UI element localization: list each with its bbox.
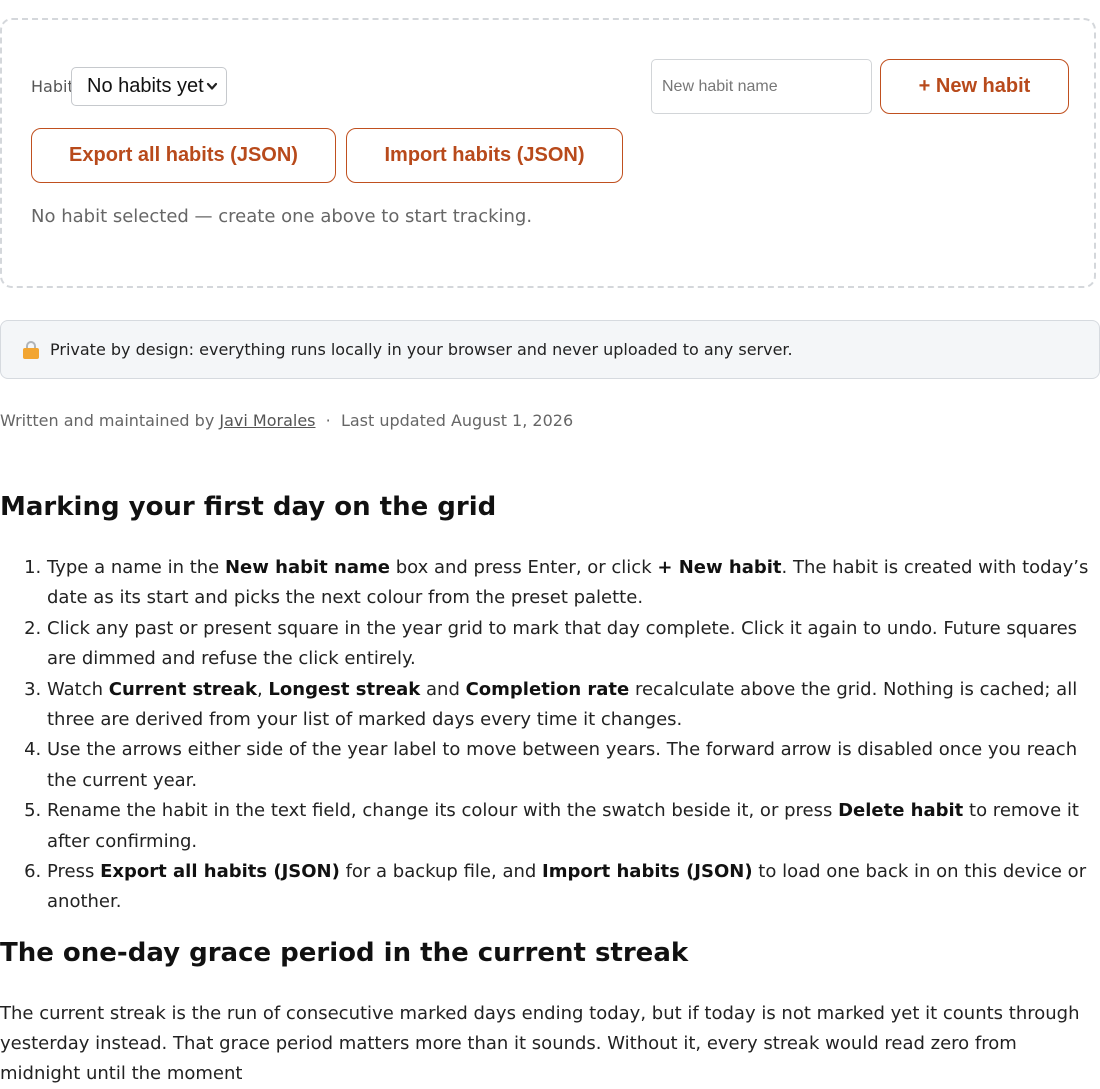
step-emphasis: New habit name [224, 557, 390, 578]
step-item: Press Export all habits (JSON) for a bac… [47, 857, 1100, 918]
new-habit-name-input[interactable] [651, 59, 872, 114]
step-emphasis: Longest streak [268, 678, 421, 700]
author-link[interactable]: Javi Morales [219, 411, 315, 430]
chevron-down-icon [206, 68, 218, 119]
step-emphasis: Current streak [108, 678, 257, 700]
step-emphasis: + New habit [657, 557, 782, 578]
export-habits-button[interactable]: Export all habits (JSON) [31, 128, 336, 183]
section-heading-grace-period: The one-day grace period in the current … [0, 938, 689, 968]
step-text: Type a name in the [47, 557, 225, 578]
lock-icon [23, 340, 39, 359]
step-text: and [420, 678, 466, 700]
step-emphasis: Delete habit [838, 800, 964, 822]
section-heading-first-day: Marking your first day on the grid [0, 492, 497, 522]
steps-list: Type a name in the New habit name box an… [0, 553, 1100, 918]
byline-prefix: Written and maintained by [0, 411, 215, 430]
grace-period-paragraph: The current streak is the run of consecu… [0, 1003, 1080, 1084]
step-text: for a backup file, and [339, 861, 543, 883]
step-text: Watch [47, 678, 109, 700]
habit-select-label: Habit [31, 77, 74, 96]
step-emphasis: Export all habits (JSON) [100, 861, 340, 883]
step-emphasis: Completion rate [465, 678, 630, 700]
step-text: Rename the habit in the text field, chan… [47, 800, 839, 822]
step-item: Type a name in the New habit name box an… [47, 553, 1100, 614]
habit-select-value: No habits yet [87, 75, 204, 97]
step-item: Click any past or present square in the … [47, 614, 1100, 675]
step-text: Click any past or present square in the … [47, 617, 1078, 670]
new-habit-button[interactable]: + New habit [880, 59, 1069, 114]
habit-select[interactable]: No habits yet [71, 67, 227, 106]
last-updated: Last updated August 1, 2026 [340, 411, 574, 430]
import-habits-button[interactable]: Import habits (JSON) [346, 128, 623, 183]
step-text: Press [47, 861, 101, 883]
privacy-text: Private by design: everything runs local… [50, 340, 793, 359]
step-item: Use the arrows either side of the year l… [47, 735, 1100, 796]
byline-separator: · [325, 411, 331, 430]
step-emphasis: Import habits (JSON) [542, 861, 753, 883]
step-text: , [256, 678, 269, 700]
step-item: Rename the habit in the text field, chan… [47, 796, 1100, 857]
step-text: Use the arrows either side of the year l… [47, 739, 1078, 791]
privacy-notice: Private by design: everything runs local… [0, 320, 1100, 379]
step-text: box and press Enter, or click [389, 557, 658, 578]
status-message: No habit selected — create one above to … [31, 206, 533, 227]
byline: Written and maintained by Javi Morales ·… [0, 411, 573, 430]
step-item: Watch Current streak, Longest streak and… [47, 675, 1100, 736]
